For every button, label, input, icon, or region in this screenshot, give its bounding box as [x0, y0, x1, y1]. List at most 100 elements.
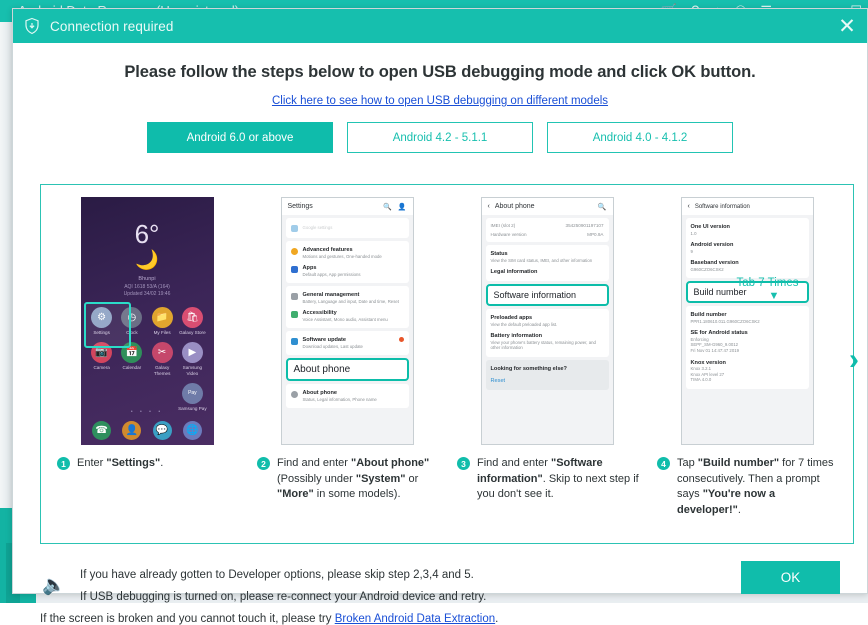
step-1-caption: 1 Enter "Settings".: [53, 456, 241, 472]
step-number-badge: 3: [457, 457, 470, 470]
settings-highlight-box: [83, 302, 131, 348]
kv-key: Hardware version: [490, 232, 527, 237]
about-card-preloaded: Preloaded apps View the default preloade…: [485, 309, 609, 357]
software-row-android-version[interactable]: Android version 9: [691, 239, 804, 257]
shield-download-icon: [25, 17, 39, 35]
row-title: SE for Android status: [690, 330, 748, 337]
about-row-battery-information[interactable]: Battery information View your phone's ba…: [491, 330, 604, 354]
chevron-left-icon[interactable]: ‹: [688, 203, 690, 210]
step-number-badge: 4: [657, 457, 670, 470]
about-reset-link: Reset: [490, 377, 506, 384]
row-title: Battery information: [490, 333, 543, 340]
weather-air-quality: AQI 1618 53/A (164): [124, 284, 170, 290]
brush-icon: ✂: [151, 342, 173, 364]
about-card-footer: Looking for something else? Reset: [485, 359, 609, 390]
about-phone-screen: ‹ About phone 🔍 IMEI (slot 2) 3542509011…: [481, 198, 613, 444]
software-row-baseband[interactable]: Baseband version G960CZO6CSK2: [691, 257, 804, 275]
about-header: ‹ About phone 🔍: [481, 198, 613, 215]
tab-android-6-or-above[interactable]: Android 6.0 or above: [147, 122, 333, 153]
caption-part: .: [737, 503, 741, 516]
settings-row-general-management[interactable]: General management Battery, Language and…: [290, 289, 404, 307]
row-subtitle: View the default preloaded app list.: [490, 321, 558, 327]
phone-icon: ☎: [92, 421, 112, 440]
search-icon[interactable]: 🔍: [598, 203, 607, 211]
app-label: Camera: [93, 365, 110, 371]
home-dock: ☎ 👤 💬 🌐: [87, 421, 208, 440]
row-subtitle: 1.0: [690, 230, 697, 236]
usb-debugging-help-link[interactable]: Click here to see how to open USB debugg…: [272, 95, 608, 107]
page-title: Please follow the steps below to open US…: [124, 63, 756, 81]
app-label: My Files: [153, 330, 171, 335]
ok-button[interactable]: OK: [741, 561, 840, 594]
settings-row-software-update[interactable]: Software update Download updates, Last u…: [290, 334, 404, 352]
tab-android-42-511[interactable]: Android 4.2 - 5.1.1: [347, 122, 533, 153]
caption-part-bold: "Settings": [106, 457, 161, 469]
settings-row-accessibility[interactable]: Accessibility Voice Assistant, Mono audi…: [290, 307, 404, 325]
about-row-status[interactable]: Status View the SIM card status, IMEI, a…: [491, 248, 604, 266]
about-kv-row: IMEI (slot 2) 354250901197107: [491, 221, 604, 230]
close-icon[interactable]: ✕: [833, 12, 861, 40]
weather-city: Bhunpi: [138, 276, 156, 282]
tab-android-40-412[interactable]: Android 4.0 - 4.1.2: [547, 122, 733, 153]
caption-part-bold: "System": [355, 472, 406, 485]
broken-android-extraction-link[interactable]: Broken Android Data Extraction: [335, 613, 495, 625]
home-app-galaxy-store[interactable]: 🛍 Galaxy Store: [177, 307, 207, 335]
dialog-footer: 🔈 If you have already gotten to Develope…: [40, 557, 840, 625]
home-app-samsung-pay[interactable]: Pay Samsung Pay: [177, 382, 207, 411]
pay-icon: Pay: [181, 382, 203, 404]
step-caption-text: Enter "Settings".: [77, 456, 163, 472]
about-row-legal[interactable]: Legal information: [491, 266, 604, 278]
step-caption-text: Tap "Build number" for 7 times consecuti…: [677, 456, 841, 518]
software-row-knox[interactable]: Knox version Knox 3.2.1 Knox API level 2…: [691, 357, 804, 386]
next-arrow-icon[interactable]: ›: [849, 345, 859, 375]
about-footer-row: Looking for something else?: [491, 363, 604, 375]
about-card-kv: IMEI (slot 2) 354250901197107 Hardware v…: [485, 218, 609, 242]
software-row-one-ui[interactable]: One UI version 1.0: [691, 221, 804, 239]
settings-row-about-phone[interactable]: About phone Status, Legal information, P…: [290, 387, 404, 405]
row-title: One UI version: [690, 224, 730, 230]
about-reset-row[interactable]: Reset: [491, 375, 604, 387]
software-row-se-android[interactable]: SE for Android status Enforcing SEPF_SM-…: [691, 327, 804, 356]
home-app-my-files[interactable]: 📁 My Files: [147, 307, 177, 335]
settings-row-apps[interactable]: Apps Default apps, App permissions: [290, 262, 404, 280]
settings-row-advanced-features[interactable]: Advanced features Motions and gestures, …: [290, 244, 404, 262]
row-subtitle: G960CZO6CSK2: [690, 266, 724, 272]
dock-app-phone[interactable]: ☎: [87, 421, 117, 440]
row-title: General management: [302, 292, 360, 299]
chevron-left-icon[interactable]: ‹: [488, 203, 490, 210]
page-dots: • • • •: [130, 409, 164, 415]
google-icon: [290, 225, 298, 232]
about-footer-title: Looking for something else?: [490, 365, 567, 372]
step-4-caption: 4 Tap "Build number" for 7 times consecu…: [653, 456, 841, 518]
dialog-header: Connection required ✕: [13, 9, 867, 43]
caption-part: in some models).: [313, 488, 401, 501]
tab-7-times-arrow: ▼: [768, 290, 780, 302]
dock-app-internet[interactable]: 🌐: [177, 421, 207, 440]
settings-card-general: General management Battery, Language and…: [285, 286, 409, 329]
step-4: ‹ Software information One UI version 1.…: [647, 193, 847, 543]
row-title: Baseband version: [690, 260, 739, 267]
account-icon[interactable]: 👤: [398, 203, 407, 211]
about-phone-highlight[interactable]: About phone: [285, 358, 409, 382]
kv-value: 354250901197107: [565, 223, 604, 228]
kv-key: IMEI (slot 2): [490, 223, 516, 228]
about-header-icons: 🔍: [598, 203, 607, 211]
weather-temperature: 6°: [134, 219, 160, 249]
app-label: Galaxy Store: [179, 330, 206, 335]
home-app-samsung-video[interactable]: ▶ Samsung Video: [177, 342, 207, 376]
about-header-title: About phone: [494, 203, 535, 210]
caption-part: or: [405, 472, 419, 485]
search-icon[interactable]: 🔍: [383, 203, 392, 211]
software-row-build-number[interactable]: Build number PPR1.180610.011.G960CZO6CSK…: [691, 309, 804, 327]
about-card-status: Status View the SIM card status, IMEI, a…: [485, 245, 609, 282]
phone-about-screen: ‹ About phone 🔍 IMEI (slot 2) 3542509011…: [480, 197, 614, 445]
settings-card-software-update: Software update Download updates, Last u…: [285, 331, 409, 356]
home-app-galaxy-themes[interactable]: ✂ Galaxy Themes: [147, 342, 177, 376]
dock-app-contacts[interactable]: 👤: [117, 421, 147, 440]
dock-app-messages[interactable]: 💬: [147, 421, 177, 440]
about-row-preloaded-apps[interactable]: Preloaded apps View the default preloade…: [491, 312, 604, 330]
row-title: Software update: [302, 337, 347, 344]
software-information-highlight[interactable]: Software information: [485, 284, 609, 307]
settings-row-google[interactable]: Google settings: [290, 221, 404, 235]
message-icon: 💬: [152, 421, 172, 440]
